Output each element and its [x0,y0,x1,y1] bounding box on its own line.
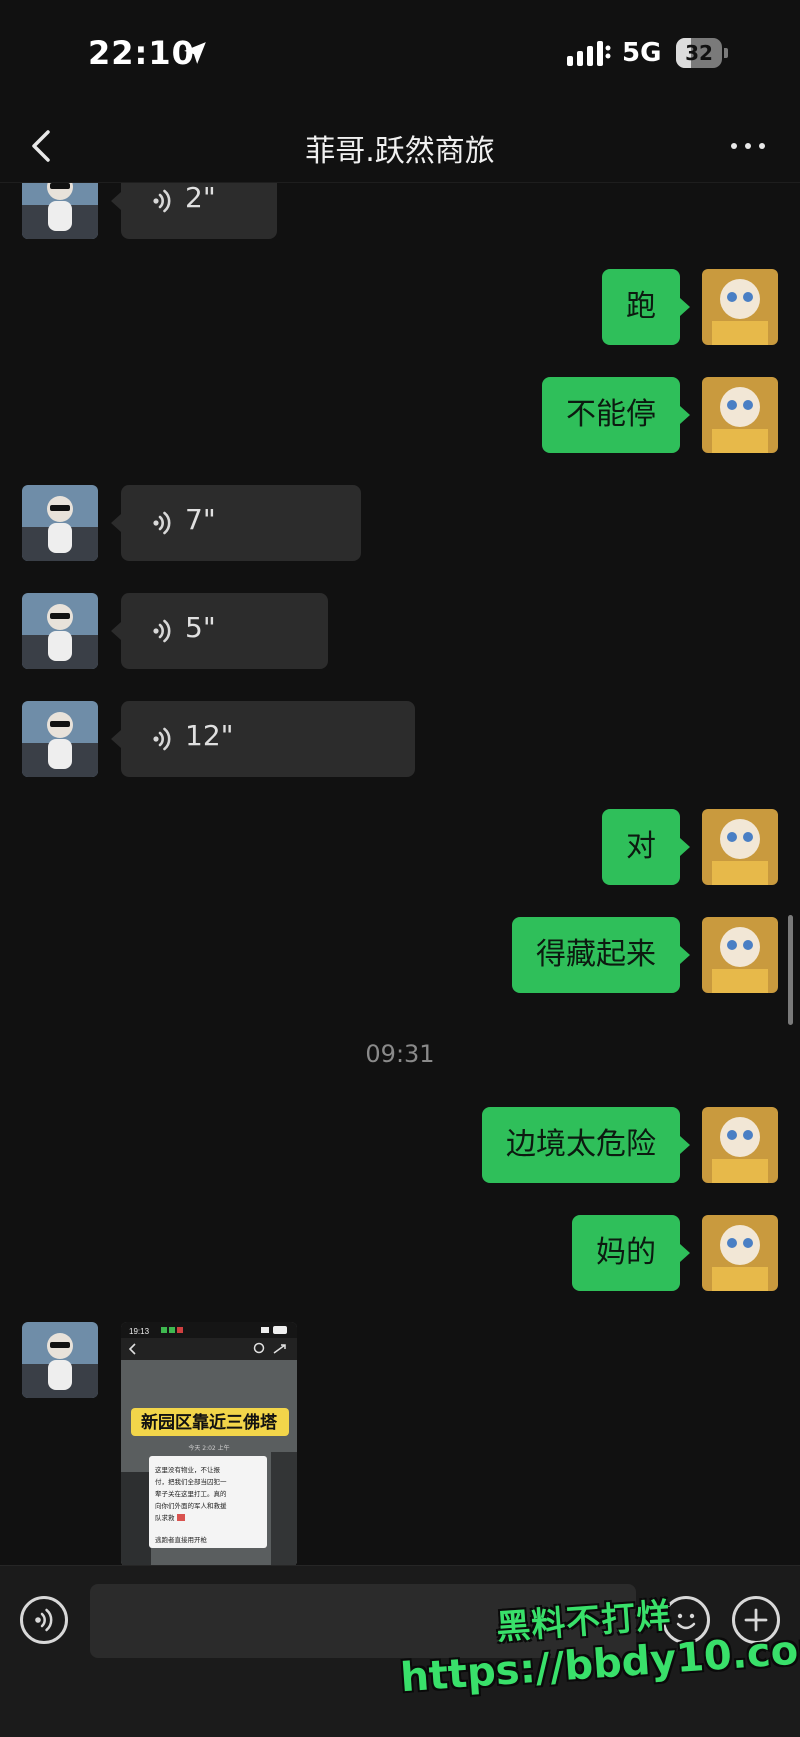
signal-bars-icon [567,41,611,66]
more-dots-icon[interactable] [728,128,768,164]
message-text: 不能停 [566,397,656,432]
network-type: 5G [622,38,662,68]
battery-level: 32 [685,41,713,65]
svg-text:付，把我们全部当囚犯一: 付，把我们全部当囚犯一 [155,1477,227,1486]
contact-avatar[interactable] [22,1322,98,1398]
message-list[interactable]: 2" 跑 不能停 7" 5" 12" 对 得藏起来 09:31 边境太危险 妈的… [0,183,800,1565]
voice-wave-icon [153,727,171,751]
voice-duration: 7" [185,503,216,536]
voice-wave-icon [153,189,171,213]
voice-duration: 12" [185,719,234,752]
voice-duration: 2" [185,183,216,214]
my-avatar[interactable] [702,917,778,993]
contact-avatar[interactable] [22,701,98,777]
my-avatar[interactable] [702,377,778,453]
voice-wave-icon [153,511,171,535]
outgoing-text-bubble[interactable]: 边境太危险 [482,1107,690,1183]
message-text: 得藏起来 [536,937,656,972]
image-status-time: 19:13 [129,1327,150,1336]
my-avatar[interactable] [702,1215,778,1291]
svg-text:辈子关在这里打工。真的: 辈子关在这里打工。真的 [155,1489,227,1498]
voice-input-icon[interactable] [20,1596,68,1644]
image-headline: 新园区靠近三佛塔 [141,1412,278,1433]
contact-avatar[interactable] [22,183,98,239]
my-avatar[interactable] [702,1107,778,1183]
image-meta-line: 今天 2:02 上午 [188,1444,229,1452]
svg-text:这里没有物业，不让报: 这里没有物业，不让报 [155,1465,221,1474]
outgoing-text-bubble[interactable]: 跑 [602,269,690,345]
image-message[interactable]: 19:13 新园区靠近三佛塔 今天 2:02 上午 这里没有物业，不让报 付，把… [121,1322,297,1565]
voice-message-bubble[interactable]: 12" [111,701,415,777]
svg-text:向你们外面的军人和救援: 向你们外面的军人和救援 [155,1501,227,1510]
contact-avatar[interactable] [22,593,98,669]
message-text: 跑 [626,289,656,324]
outgoing-text-bubble[interactable]: 不能停 [542,377,690,453]
contact-avatar[interactable] [22,485,98,561]
my-avatar[interactable] [702,809,778,885]
voice-message-bubble[interactable]: 5" [111,593,328,669]
chat-scrollbar[interactable] [788,915,793,1025]
message-text: 妈的 [596,1235,656,1270]
message-text: 对 [626,829,656,864]
my-avatar[interactable] [702,269,778,345]
voice-wave-icon [153,619,171,643]
voice-message-bubble[interactable]: 7" [111,485,361,561]
battery-icon: 32 [676,38,728,68]
location-arrow-icon [184,42,206,64]
chat-title: 菲哥.跃然商旅 [305,134,495,169]
outgoing-text-bubble[interactable]: 得藏起来 [512,917,690,993]
chat-header: 菲哥.跃然商旅 [0,110,800,183]
svg-text:队求救: 队求救 [155,1513,175,1522]
outgoing-text-bubble[interactable]: 妈的 [572,1215,690,1291]
voice-duration: 5" [185,611,216,644]
image-footer: 逃跑者直接用开枪 [155,1535,208,1544]
status-bar: 22:10 5G 32 [0,0,800,110]
voice-message-bubble[interactable]: 2" [111,183,277,239]
message-text: 边境太危险 [506,1127,656,1162]
back-chevron-icon[interactable] [24,124,64,168]
outgoing-text-bubble[interactable]: 对 [602,809,690,885]
message-timestamp: 09:31 [365,1040,435,1068]
status-time: 22:10 [88,34,195,72]
